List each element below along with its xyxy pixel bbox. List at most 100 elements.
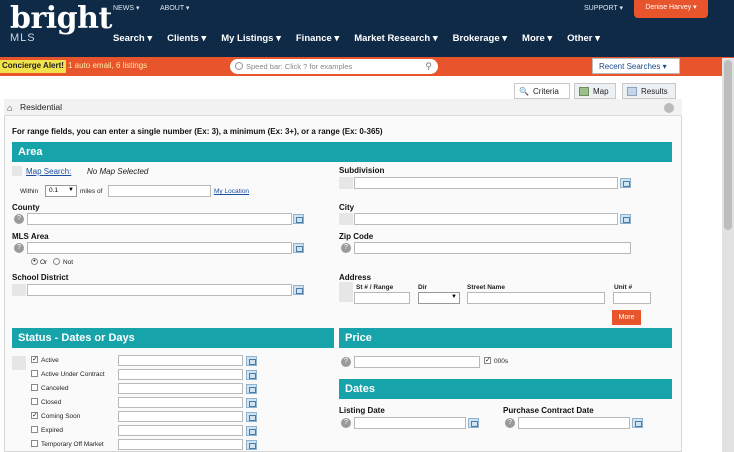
my-location-link[interactable]: My Location [214,188,249,195]
unit-number-input[interactable] [613,292,651,304]
status-date-input-canceled[interactable] [118,383,243,394]
street-number-input[interactable] [354,292,410,304]
lookup-icon[interactable] [620,178,631,188]
nav-my-listings[interactable]: My Listings ▾ [221,33,281,44]
status-checkbox-coming-soon[interactable]: ✓ [31,412,38,419]
lookup-icon[interactable] [293,285,304,295]
help-icon[interactable]: ? [14,243,24,253]
map-search-link[interactable]: Map Search: [26,167,71,176]
status-date-input-expired[interactable] [118,425,243,436]
location-input[interactable] [108,185,211,197]
about-menu[interactable]: ABOUT ▾ [160,4,189,12]
lookup-icon[interactable] [293,243,304,253]
status-date-input-coming-soon[interactable] [118,411,243,422]
scrollbar-thumb[interactable] [724,60,732,230]
bright-mls-logo[interactable]: bright MLS [10,1,112,45]
calendar-icon[interactable] [468,418,479,428]
mls-area-input[interactable] [27,242,292,254]
calendar-icon[interactable] [246,370,257,380]
speed-bar-help-icon[interactable] [235,62,243,70]
purchase-contract-date-label: Purchase Contract Date [503,406,594,415]
lookup-icon[interactable] [620,214,631,224]
map-search-toggle[interactable] [12,166,22,176]
status-date-input-active[interactable] [118,355,243,366]
calendar-icon[interactable] [246,412,257,422]
within-distance-select[interactable]: 0.1 ▼ [45,185,77,197]
or-radio-label: Or [40,259,48,266]
listing-date-label: Listing Date [339,406,385,415]
not-radio[interactable] [53,258,60,265]
help-icon[interactable]: ? [14,214,24,224]
nav-search[interactable]: Search ▾ [113,33,152,44]
price-input[interactable] [354,356,480,368]
more-address-button[interactable]: More [612,310,641,325]
status-checkbox-closed[interactable] [31,398,38,405]
tab-results[interactable]: Results [622,83,676,99]
nav-brokerage[interactable]: Brokerage ▾ [453,33,507,44]
tab-criteria[interactable]: 🔍 Criteria [514,83,570,99]
nav-other[interactable]: Other ▾ [567,33,600,44]
price-section-header[interactable]: Price [339,328,672,348]
user-account-button[interactable]: Denise Harvey ▾ [634,0,708,18]
magnifier-icon: 🔍 [519,87,529,96]
purchase-contract-date-input[interactable] [518,417,630,429]
logo-wordmark: bright [10,1,112,36]
city-input[interactable] [354,213,618,225]
city-toggle[interactable] [339,213,353,225]
school-district-input[interactable] [27,284,292,296]
status-label-active-under-contract: Active Under Contract [41,371,105,378]
listing-date-input[interactable] [354,417,466,429]
calendar-icon[interactable] [246,426,257,436]
calendar-icon[interactable] [246,440,257,450]
status-checkbox-temporary-off-market[interactable] [31,440,38,447]
panel-settings-icon[interactable] [664,103,674,113]
help-icon[interactable]: ? [505,418,515,428]
calendar-icon[interactable] [246,356,257,366]
area-section-header[interactable]: Area [12,142,672,162]
status-checkbox-active[interactable]: ✓ [31,356,38,363]
nav-finance[interactable]: Finance ▾ [296,33,339,44]
calendar-icon[interactable] [632,418,643,428]
status-date-input-active-under-contract[interactable] [118,369,243,380]
speed-bar-input[interactable]: Speed bar: Click ? for examples ⚲ [230,59,438,74]
status-checkbox-expired[interactable] [31,426,38,433]
within-distance-value: 0.1 [49,187,59,194]
tab-map[interactable]: Map [574,83,616,99]
address-label: Address [339,273,372,282]
home-icon: ⌂ [7,103,13,113]
or-radio[interactable]: • [31,258,38,265]
lookup-icon[interactable] [293,214,304,224]
help-icon[interactable]: ? [341,418,351,428]
status-toggle[interactable] [12,356,26,370]
status-date-input-temporary-off-market[interactable] [118,439,243,450]
calendar-icon[interactable] [246,384,257,394]
school-district-toggle[interactable] [12,284,26,296]
nav-more[interactable]: More ▾ [522,33,552,44]
help-icon[interactable]: ? [341,357,351,367]
price-in-thousands-checkbox[interactable]: ✓ [484,357,491,364]
concierge-alert-text[interactable]: 1 auto email, 6 listings [68,61,147,70]
search-icon[interactable]: ⚲ [425,61,432,72]
subdivision-toggle[interactable] [339,177,353,189]
recent-searches-dropdown[interactable]: Recent Searches ▾ [592,58,680,74]
status-label-expired: Expired [41,427,64,434]
direction-select[interactable]: ▼ [418,292,460,304]
status-checkbox-active-under-contract[interactable] [31,370,38,377]
status-date-input-closed[interactable] [118,397,243,408]
news-menu[interactable]: NEWS ▾ [113,4,139,12]
subdivision-input[interactable] [354,177,618,189]
status-section-header[interactable]: Status - Dates or Days [12,328,334,348]
help-icon[interactable]: ? [341,243,351,253]
range-instructions: For range fields, you can enter a single… [12,127,383,136]
nav-market-research[interactable]: Market Research ▾ [354,33,437,44]
support-menu[interactable]: SUPPORT ▾ [584,4,623,12]
zip-code-input[interactable] [354,242,631,254]
address-toggle[interactable] [339,282,353,302]
concierge-alert-label[interactable]: Concierge Alert! [0,60,66,73]
street-name-input[interactable] [467,292,605,304]
county-input[interactable] [27,213,292,225]
calendar-icon[interactable] [246,398,257,408]
nav-clients[interactable]: Clients ▾ [167,33,206,44]
status-checkbox-canceled[interactable] [31,384,38,391]
dates-section-header[interactable]: Dates [339,379,672,399]
